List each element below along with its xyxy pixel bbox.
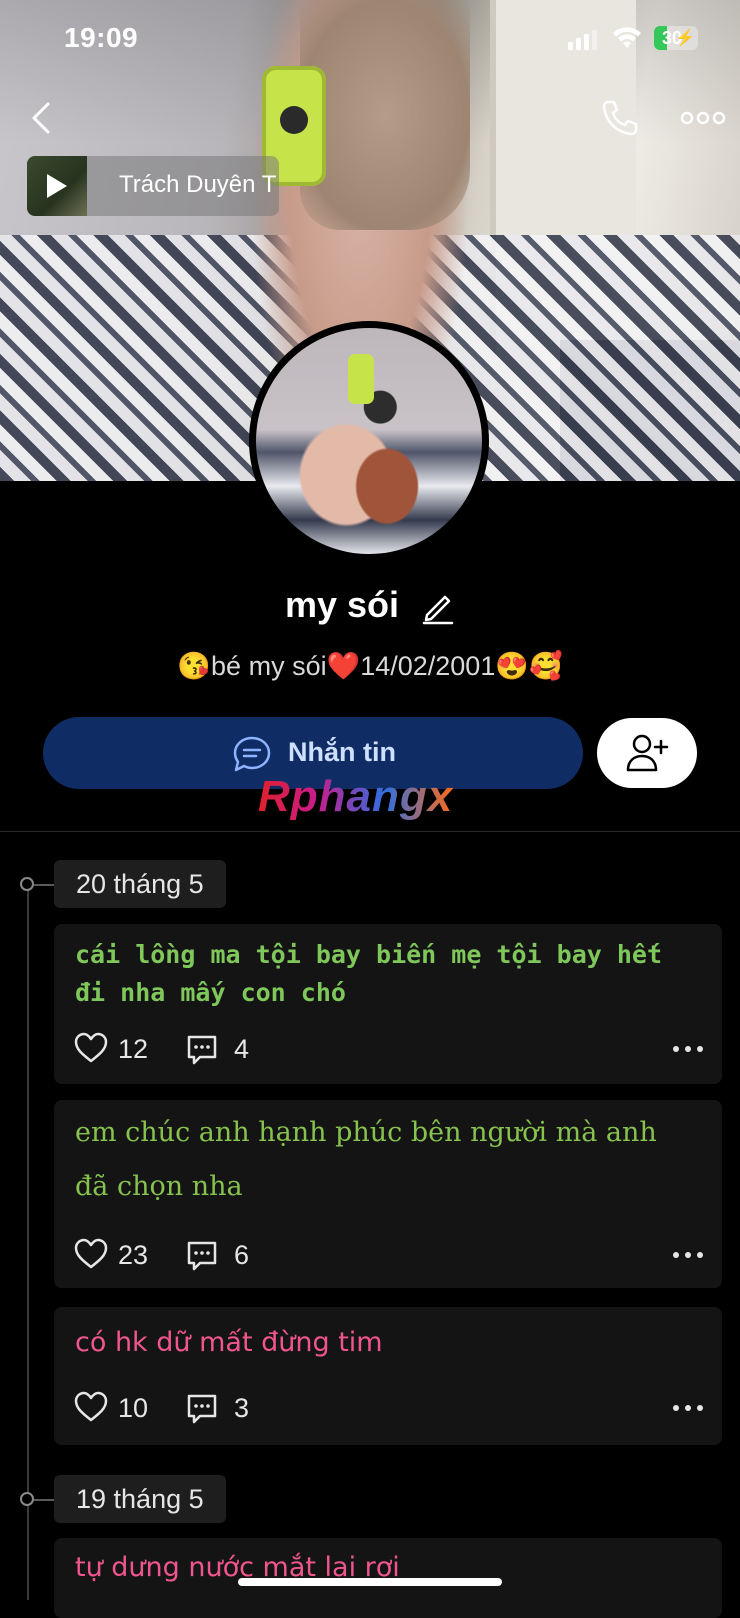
post-text: em chúc anh hạnh phúc bên người mà anh đ…	[75, 1117, 657, 1202]
post-text: cái lồng ma tội bay biến mẹ tội bay hết …	[75, 940, 662, 1007]
comment-icon[interactable]	[186, 1393, 218, 1425]
dots-icon[interactable]	[672, 1032, 704, 1066]
message-button-label: Nhắn tin	[288, 737, 396, 767]
comment-icon[interactable]	[186, 1240, 218, 1272]
comment-count: 3	[234, 1393, 250, 1423]
timeline-connector	[34, 884, 54, 886]
status-bar: 19:09 30 ⚡	[0, 0, 740, 80]
like-count: 12	[118, 1034, 149, 1064]
add-friend-icon	[626, 734, 669, 772]
profile-bio: 😘bé my sói❤️14/02/2001😍🥰	[177, 651, 563, 681]
wifi-icon	[613, 27, 641, 48]
avatar-image	[256, 328, 482, 554]
heart-icon[interactable]	[74, 1391, 108, 1423]
post-card[interactable]: em chúc anh hạnh phúc bên người mà anh đ…	[54, 1100, 722, 1288]
profile-name-text: my sói	[284, 584, 400, 625]
avatar[interactable]	[249, 321, 489, 561]
like-count: 23	[118, 1240, 149, 1270]
edit-icon[interactable]	[421, 589, 455, 625]
date-label: 20 tháng 5	[54, 860, 226, 908]
watermark-logo: Rphangx	[258, 772, 454, 821]
more-icon[interactable]	[678, 100, 728, 136]
post-actions: 23 6	[74, 1238, 704, 1272]
dots-icon[interactable]	[672, 1238, 704, 1272]
add-friend-button[interactable]	[597, 718, 697, 788]
post-text: có hk dữ mất đừng tim	[75, 1327, 383, 1358]
comment-count: 6	[234, 1240, 250, 1270]
chat-icon	[233, 736, 271, 772]
back-icon[interactable]	[26, 98, 62, 138]
divider	[0, 831, 740, 832]
dots-icon[interactable]	[672, 1391, 704, 1425]
profile-name: my sói	[0, 584, 740, 626]
charging-icon: ⚡	[675, 30, 695, 47]
phone-icon[interactable]	[598, 96, 642, 140]
date-label: 19 tháng 5	[54, 1475, 226, 1523]
heart-icon[interactable]	[74, 1238, 108, 1270]
timeline-dot	[20, 1492, 34, 1506]
comment-count: 4	[234, 1034, 250, 1064]
post-card[interactable]: có hk dữ mất đừng tim 10 3	[54, 1307, 722, 1445]
timeline-dot	[20, 877, 34, 891]
heart-icon[interactable]	[74, 1032, 108, 1064]
post-actions: 10 3	[74, 1391, 704, 1425]
like-count: 10	[118, 1393, 149, 1423]
play-icon[interactable]	[47, 174, 67, 198]
status-time: 19:09	[64, 22, 139, 53]
home-indicator[interactable]	[238, 1578, 502, 1586]
post-actions: 12 4	[74, 1032, 704, 1066]
comment-icon[interactable]	[186, 1034, 218, 1066]
music-thumbnail	[27, 156, 87, 216]
battery-icon: 30 ⚡	[654, 26, 698, 50]
timeline-connector	[34, 1499, 54, 1501]
post-card[interactable]: cái lồng ma tội bay biến mẹ tội bay hết …	[54, 924, 722, 1084]
profile-music-chip[interactable]: Trách Duyên T	[27, 156, 279, 216]
music-title: Trách Duyên T	[119, 171, 277, 198]
signal-icon	[568, 30, 600, 50]
